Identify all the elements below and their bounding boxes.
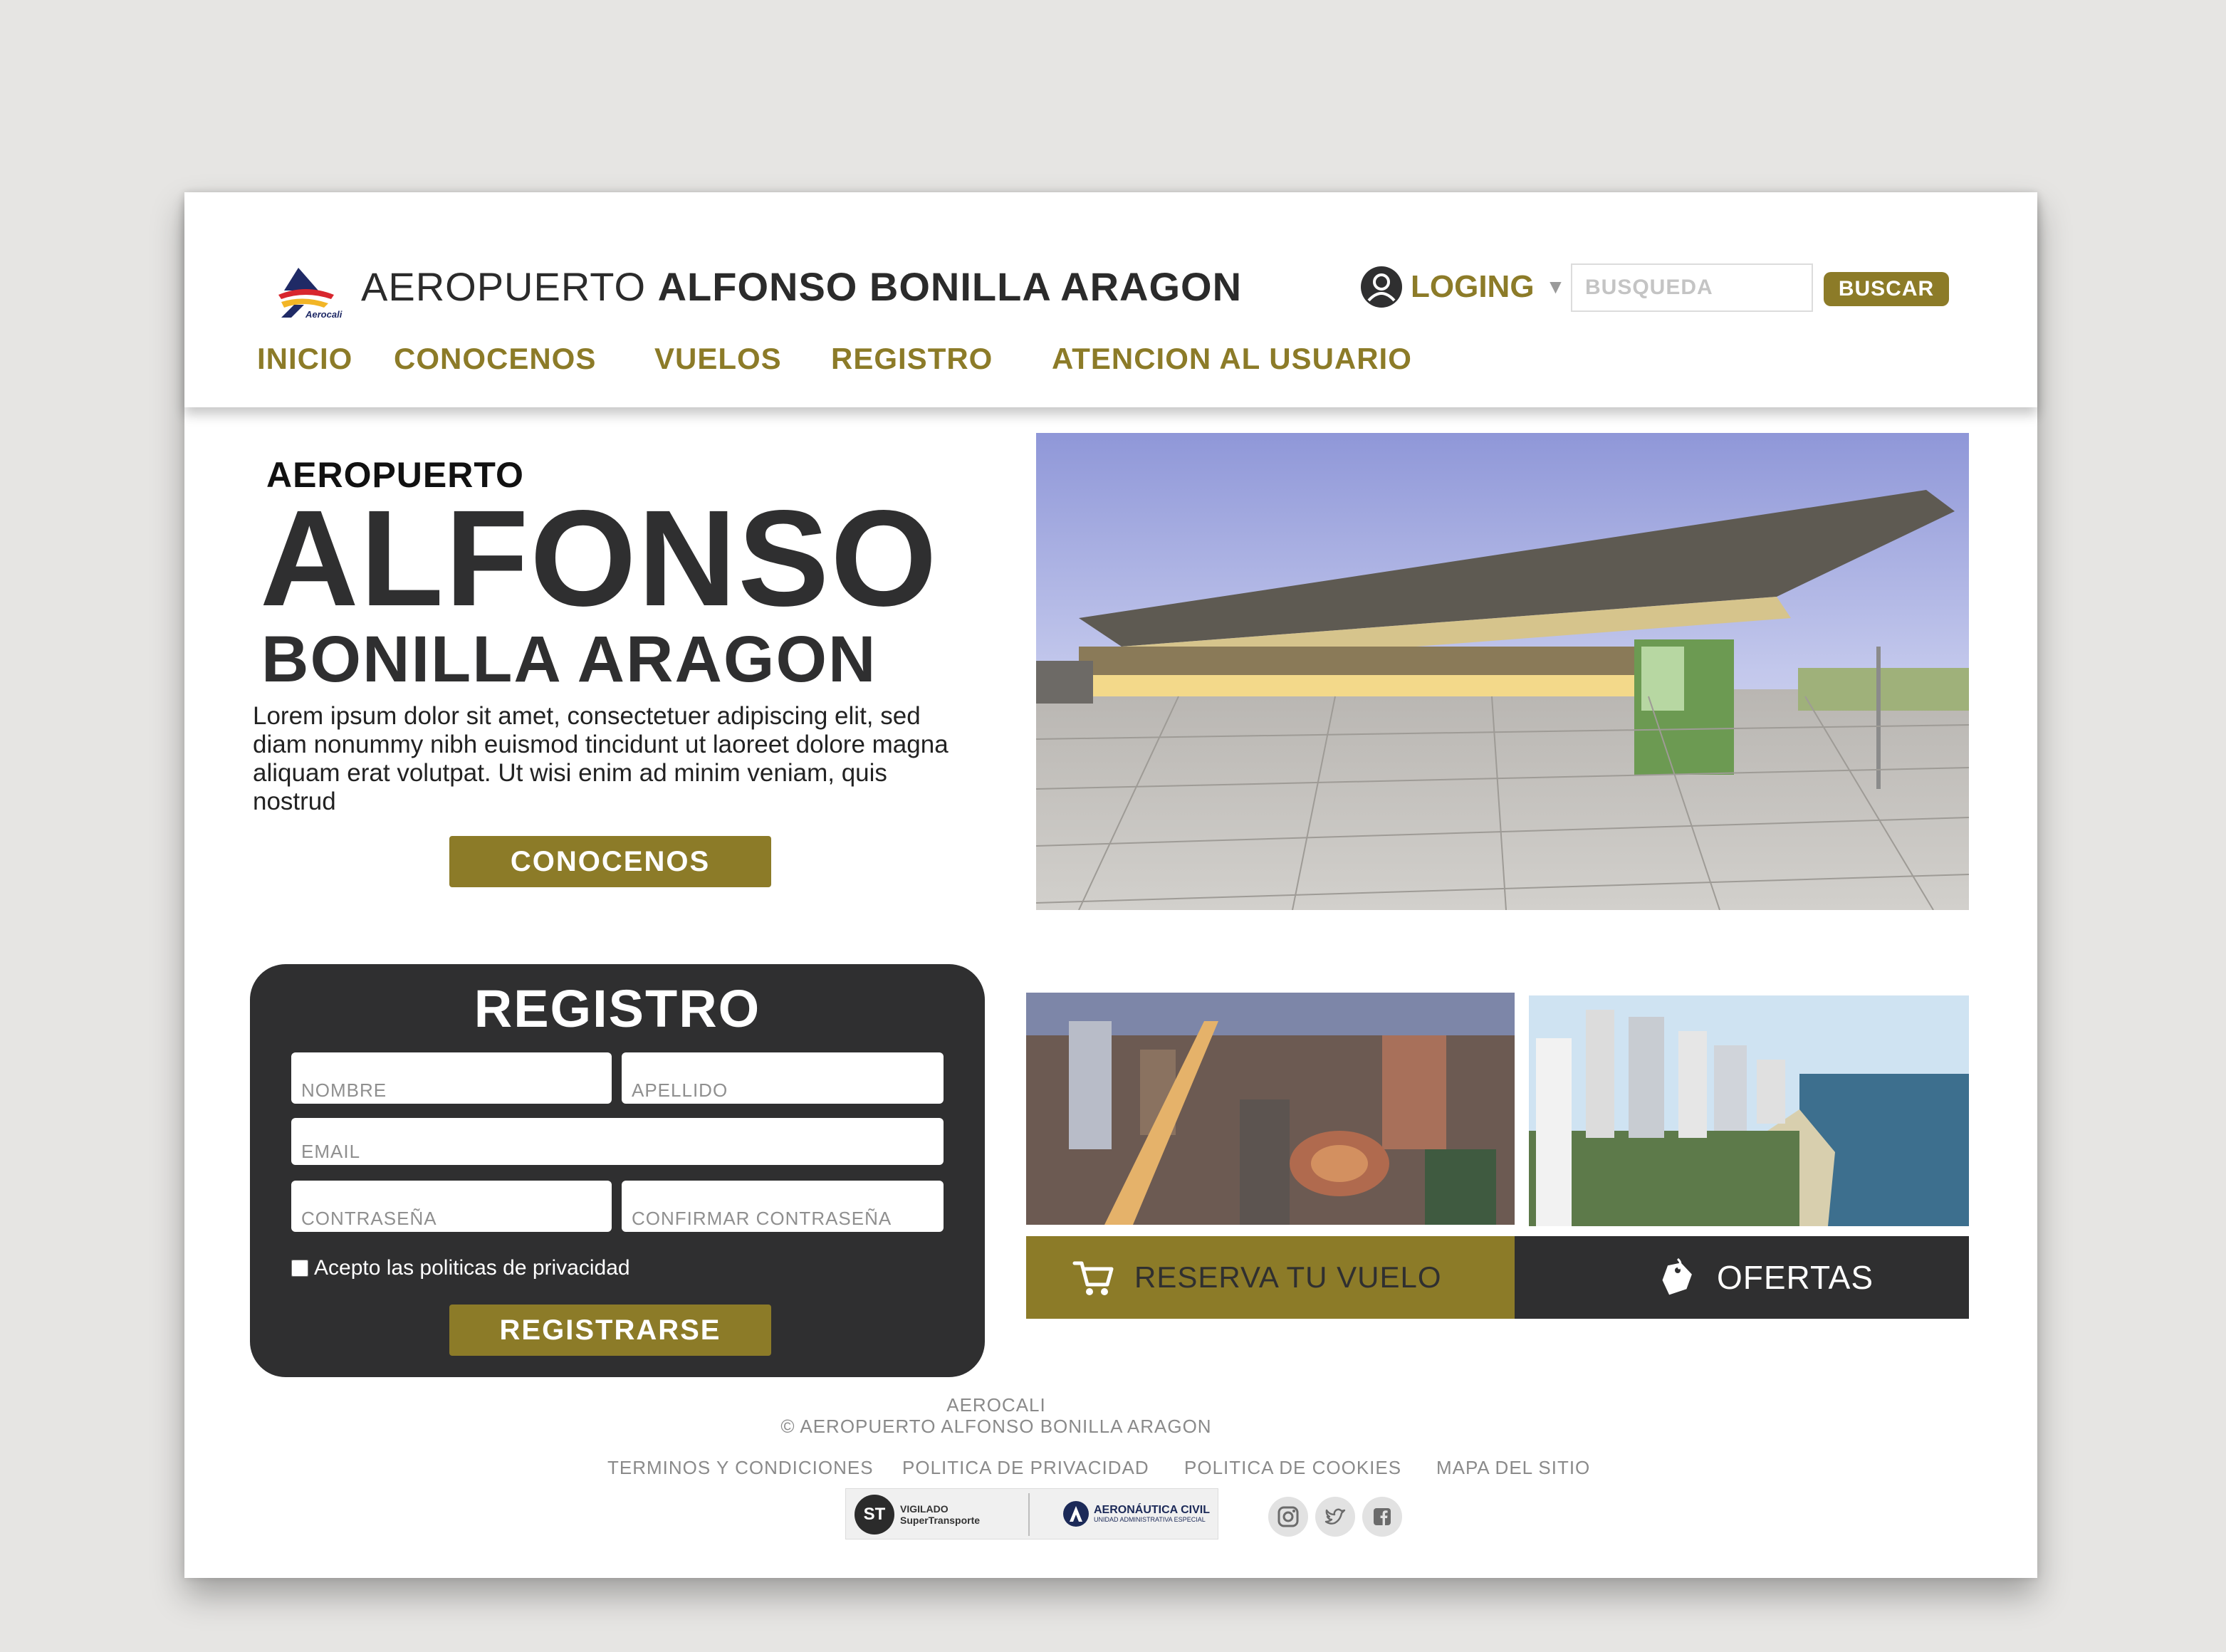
footer-brand-name: AEROCALI: [946, 1394, 1046, 1416]
aeronautica-civil-badge[interactable]: AERONÁUTICA CIVIL UNIDAD ADMINISTRATIVA …: [1062, 1500, 1210, 1527]
site-title-bold: ALFONSO BONILLA ARAGON: [657, 264, 1243, 309]
privacy-checkbox[interactable]: [291, 1260, 308, 1277]
apellido-field[interactable]: [622, 1052, 944, 1104]
nav-conocenos[interactable]: CONOCENOS: [394, 342, 596, 376]
city-night-photo: [1026, 993, 1515, 1225]
login-menu[interactable]: LOGING ▼: [1359, 263, 1565, 310]
chevron-down-icon: ▼: [1545, 276, 1566, 298]
instagram-link[interactable]: [1268, 1497, 1308, 1537]
footer-brand: AEROCALI © AEROPUERTO ALFONSO BONILLA AR…: [184, 1394, 1808, 1437]
twitter-link[interactable]: [1315, 1497, 1355, 1537]
aeronautica-civil-title: AERONÁUTICA CIVIL: [1094, 1504, 1210, 1516]
registrarse-button[interactable]: REGISTRARSE: [449, 1305, 771, 1356]
facebook-link[interactable]: [1362, 1497, 1402, 1537]
email-field[interactable]: [291, 1118, 944, 1165]
user-icon: [1361, 266, 1402, 308]
badge-divider: [1028, 1493, 1030, 1536]
aerocali-logo[interactable]: Aerocali: [263, 263, 345, 320]
password-field[interactable]: [291, 1181, 612, 1232]
privacy-label: Acepto las politicas de privacidad: [314, 1256, 630, 1280]
site-title: AEROPUERTO ALFONSO BONILLA ARAGON: [361, 263, 1242, 310]
footer-copyright: © AEROPUERTO ALFONSO BONILLA ARAGON: [780, 1416, 1212, 1437]
footer-link-privacidad[interactable]: POLITICA DE PRIVACIDAD: [902, 1457, 1149, 1479]
registration-title: REGISTRO: [474, 979, 761, 1038]
footer-link-cookies[interactable]: POLITICA DE COOKIES: [1184, 1457, 1401, 1479]
twitter-icon: [1324, 1508, 1346, 1525]
hero-description: Lorem ipsum dolor sit amet, consectetuer…: [253, 702, 949, 815]
reserva-tu-vuelo-label: RESERVA TU VUELO: [1134, 1260, 1442, 1294]
nav-inicio[interactable]: INICIO: [257, 342, 352, 376]
hero-subtitle: BONILLA ARAGON: [261, 623, 877, 696]
confirm-password-field[interactable]: [622, 1181, 944, 1232]
ofertas-label: OFERTAS: [1717, 1259, 1874, 1296]
footer-link-terminos[interactable]: TERMINOS Y CONDICIONES: [607, 1457, 874, 1479]
cart-icon: [1072, 1261, 1114, 1295]
conocenos-button[interactable]: CONOCENOS: [449, 836, 771, 887]
coastal-city-photo: [1529, 995, 1969, 1226]
footer-link-mapa-del-sitio[interactable]: MAPA DEL SITIO: [1436, 1457, 1590, 1479]
reserva-tu-vuelo-button[interactable]: RESERVA TU VUELO: [1026, 1236, 1515, 1319]
svg-text:Aerocali: Aerocali: [305, 309, 343, 320]
supertransporte-badge[interactable]: ST VIGILADO SuperTransporte: [855, 1495, 980, 1535]
instagram-icon: [1277, 1506, 1299, 1527]
nav-vuelos[interactable]: VUELOS: [654, 342, 782, 376]
supertransporte-line1: VIGILADO: [900, 1503, 949, 1515]
facebook-icon: [1374, 1508, 1391, 1525]
site-header: Aerocali AEROPUERTO ALFONSO BONILLA ARAG…: [184, 192, 2037, 407]
tag-icon: [1662, 1258, 1692, 1295]
nav-registro[interactable]: REGISTRO: [831, 342, 993, 376]
privacy-consent[interactable]: Acepto las politicas de privacidad: [291, 1256, 630, 1280]
supertransporte-logo: ST: [855, 1495, 894, 1535]
login-label: LOGING: [1411, 269, 1535, 304]
registration-panel: REGISTRO Acepto las politicas de privaci…: [250, 964, 985, 1377]
ofertas-button[interactable]: OFERTAS: [1515, 1236, 1969, 1319]
aeronautica-civil-subtitle: UNIDAD ADMINISTRATIVA ESPECIAL: [1094, 1516, 1206, 1523]
hero-title: ALFONSO: [260, 481, 939, 634]
nombre-field[interactable]: [291, 1052, 612, 1104]
nav-atencion-al-usuario[interactable]: ATENCION AL USUARIO: [1052, 342, 1412, 376]
regulator-badges: ST VIGILADO SuperTransporte AERONÁUTICA …: [845, 1488, 1218, 1539]
page-frame: Aerocali AEROPUERTO ALFONSO BONILLA ARAG…: [184, 192, 2037, 1578]
search-input[interactable]: [1571, 263, 1813, 312]
supertransporte-line2: SuperTransporte: [900, 1515, 981, 1526]
site-title-light: AEROPUERTO: [361, 264, 647, 309]
aeronautica-civil-icon: [1063, 1501, 1089, 1527]
airport-terminal-photo: [1036, 433, 1969, 910]
search-button[interactable]: BUSCAR: [1824, 272, 1949, 306]
